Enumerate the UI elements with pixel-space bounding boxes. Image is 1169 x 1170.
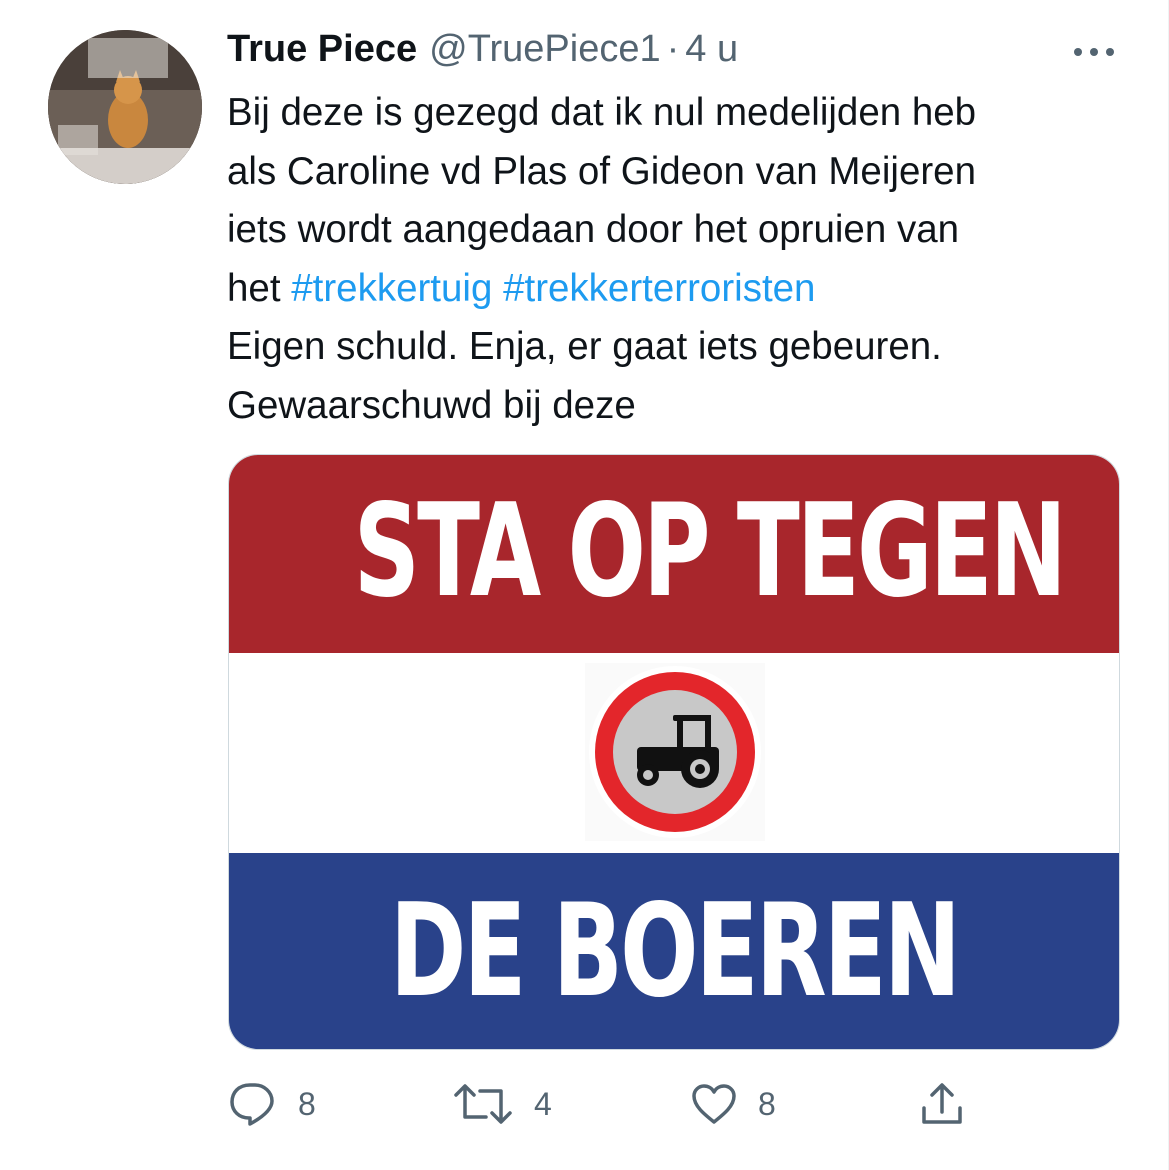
reply-icon bbox=[230, 1083, 274, 1126]
separator-dot: · bbox=[666, 28, 680, 70]
display-name[interactable]: True Piece bbox=[227, 28, 417, 71]
cat-photo-icon bbox=[48, 30, 202, 184]
more-options-icon[interactable] bbox=[1070, 42, 1118, 62]
hashtag-link[interactable]: #trekkertuig bbox=[291, 267, 492, 310]
tweet-text-line: als Caroline vd Plas of Gideon van Meije… bbox=[227, 149, 977, 193]
retweet-button[interactable]: 4 bbox=[452, 1074, 552, 1134]
hashtag-link[interactable]: #trekkerterroristen bbox=[503, 267, 815, 310]
heart-icon bbox=[692, 1084, 736, 1124]
tweet-text-line: Bij deze is gezegd dat ik nul medelijden… bbox=[227, 91, 977, 134]
avatar[interactable] bbox=[48, 30, 202, 184]
tweet-text-line: Gewaarschuwd bij deze bbox=[227, 383, 636, 427]
tweet-text-line-hashtags: het #trekkertuig #trekkerterroristen bbox=[227, 260, 1147, 319]
reply-button[interactable]: 8 bbox=[228, 1074, 316, 1134]
like-count: 8 bbox=[758, 1085, 776, 1122]
tweet-text: Bij deze is gezegd dat ik nul medelijden… bbox=[227, 84, 1147, 435]
retweet-icon bbox=[454, 1084, 512, 1124]
media-top-text: STA OP TEGEN bbox=[353, 477, 1067, 626]
no-tractors-sign-icon bbox=[585, 663, 765, 841]
tweet-text-prefix: het bbox=[227, 266, 281, 310]
retweet-count: 4 bbox=[534, 1085, 552, 1122]
user-handle[interactable]: @TruePiece1 bbox=[429, 28, 661, 71]
tweet-text-line: Eigen schuld. Enja, er gaat iets gebeure… bbox=[227, 325, 942, 368]
tweet-header: True Piece @TruePiece1 · 4 u bbox=[227, 28, 738, 78]
media-bottom-text: DE BOEREN bbox=[389, 877, 961, 1026]
share-button[interactable] bbox=[918, 1074, 966, 1134]
tweet-text-line: iets wordt aangedaan door het opruien va… bbox=[227, 208, 960, 251]
share-icon bbox=[922, 1083, 962, 1124]
timestamp[interactable]: 4 u bbox=[685, 28, 738, 71]
tweet-actions: 8 4 8 bbox=[0, 1074, 1169, 1134]
tweet-media-image[interactable]: STA OP TEGEN DE BOEREN bbox=[228, 454, 1120, 1050]
reply-count: 8 bbox=[298, 1085, 316, 1122]
like-button[interactable]: 8 bbox=[690, 1074, 776, 1134]
